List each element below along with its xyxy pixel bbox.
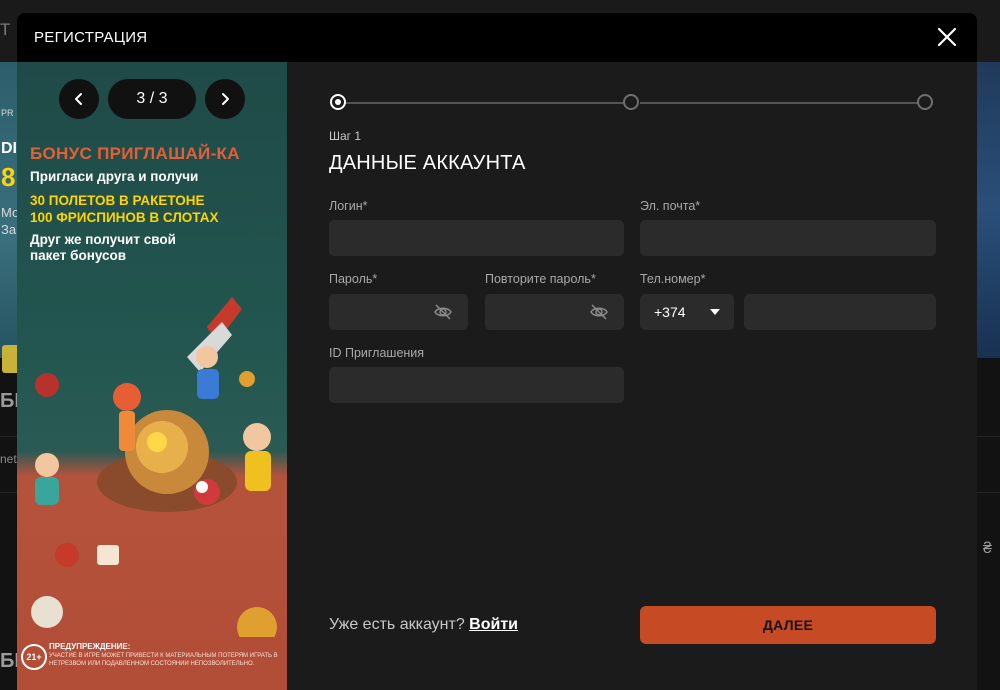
step-label: Шаг 1 <box>329 129 362 143</box>
age-restriction-badge: 21+ <box>21 644 47 670</box>
warning-title: ПРЕДУПРЕЖДЕНИЕ: <box>49 642 131 651</box>
background-banner-text: 8 <box>1 162 16 192</box>
modal-header: РЕГИСТРАЦИЯ <box>17 13 977 62</box>
chevron-right-icon <box>222 93 229 105</box>
modal-title: РЕГИСТРАЦИЯ <box>34 29 148 46</box>
email-input[interactable] <box>640 220 936 256</box>
background-tab-text[interactable]: net <box>0 452 17 466</box>
promo-illustration <box>31 297 277 637</box>
eye-off-icon[interactable] <box>433 302 453 322</box>
promo-text: Друг же получит свой <box>30 232 176 247</box>
promo-counter: 3 / 3 <box>108 79 196 119</box>
warning-text: УЧАСТИЕ В ИГРЕ МОЖЕТ ПРИВЕСТИ К МАТЕРИАЛ… <box>49 653 278 667</box>
stepper-line <box>640 102 920 104</box>
background-banner-button[interactable] <box>2 345 17 373</box>
login-prompt-text: Уже есть аккаунт? <box>329 616 465 633</box>
background-banner-text: За <box>1 222 17 237</box>
caret-down-icon <box>710 309 720 315</box>
stepper-line <box>345 102 625 104</box>
login-prompt: Уже есть аккаунт? Войти <box>329 616 518 634</box>
step-2-indicator <box>623 94 639 110</box>
promo-heading: БОНУС ПРИГЛАШАЙ-КА <box>30 144 240 163</box>
phone-label: Тел.номер* <box>640 272 706 286</box>
phone-number-input[interactable] <box>744 294 936 330</box>
registration-modal: РЕГИСТРАЦИЯ 3 / 3 БОНУС ПРИГЛАШАЙ-КА При… <box>17 13 977 690</box>
password-label: Пароль* <box>329 272 378 286</box>
login-label: Логин* <box>329 199 368 213</box>
invite-id-label: ID Приглашения <box>329 346 425 360</box>
registration-form: Шаг 1 ДАННЫЕ АККАУНТА Логин* Эл. почта* … <box>287 62 977 690</box>
email-label: Эл. почта* <box>640 199 701 213</box>
login-input[interactable] <box>329 220 624 256</box>
promo-banner: 3 / 3 БОНУС ПРИГЛАШАЙ-КА Пригласи друга … <box>17 62 287 690</box>
promo-prev-button[interactable] <box>59 79 99 119</box>
promo-offer: 100 ФРИСПИНОВ В СЛОТАХ <box>30 210 219 225</box>
background-banner-left: PR DI 8 Мо За <box>0 62 19 373</box>
phone-code-value: +374 <box>654 304 686 320</box>
step-title: ДАННЫЕ АККАУНТА <box>329 152 526 174</box>
promo-text: пакет бонусов <box>30 248 127 263</box>
background-banner-text: PR <box>1 108 14 118</box>
close-icon[interactable] <box>935 25 959 49</box>
background-banner-right <box>977 62 1000 358</box>
promo-next-button[interactable] <box>205 79 245 119</box>
login-link[interactable]: Войти <box>469 616 518 633</box>
step-3-indicator <box>917 94 933 110</box>
phone-code-select[interactable]: +374 <box>640 294 734 330</box>
chevron-left-icon <box>75 93 82 105</box>
step-1-indicator <box>330 94 346 110</box>
repeat-password-label: Повторите пароль* <box>485 272 596 286</box>
promo-offer: 30 ПОЛЕТОВ В РАКЕТОНЕ <box>30 193 205 208</box>
invite-id-input[interactable] <box>329 367 624 403</box>
next-button[interactable]: ДАЛЕЕ <box>640 606 936 644</box>
promo-text: Пригласи друга и получи <box>30 169 199 184</box>
eye-off-icon[interactable] <box>589 302 609 322</box>
background-nav-text: Т <box>0 20 11 39</box>
background-currency-icon: ₴ <box>983 540 992 557</box>
background-banner-text: DI <box>1 140 17 157</box>
